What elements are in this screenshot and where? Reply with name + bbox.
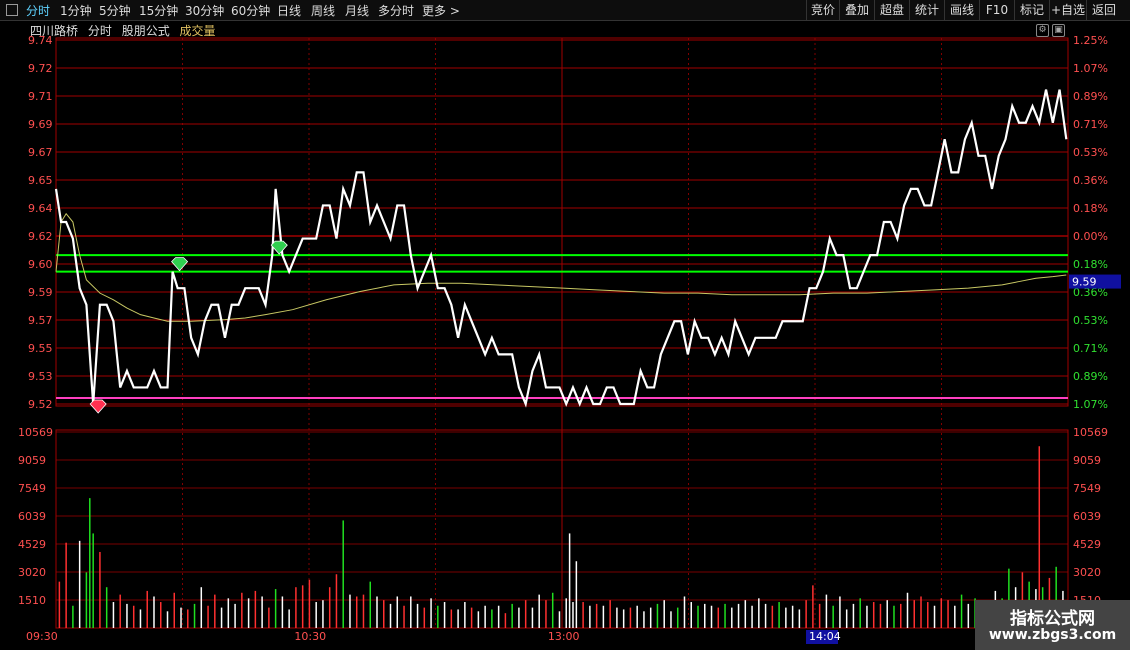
price-tick-label: 9.64 <box>28 202 53 215</box>
pct-tick-label: 1.25% <box>1073 34 1108 47</box>
price-tick-label: 9.71 <box>28 90 53 103</box>
watermark-text-cn: 指标公式网 <box>1010 609 1095 629</box>
pct-tick-label: 0.89% <box>1073 370 1108 383</box>
current-price-label: 9.59 <box>1072 276 1097 289</box>
price-tick-label: 9.69 <box>28 118 53 131</box>
intraday-chart[interactable]: 9.74 1.25% 9.72 1.07% 9.71 0.89% 9.69 0.71% 9.67… <box>0 0 1130 650</box>
watermark-logo: 指标公式网 www.zbgs3.com <box>975 600 1130 650</box>
price-tick-label: 9.62 <box>28 230 53 243</box>
pct-tick-label: 0.18% <box>1073 202 1108 215</box>
average-price-line <box>55 212 1067 322</box>
green-diamond-icon <box>270 240 288 255</box>
volume-tick-label: 1510 <box>18 594 46 607</box>
pct-tick-label: 0.00% <box>1073 230 1108 243</box>
volume-tick-label: 7549 <box>18 482 46 495</box>
pct-tick-label: 0.89% <box>1073 90 1108 103</box>
pct-tick-label: 1.07% <box>1073 398 1108 411</box>
time-label-1300: 13:00 <box>548 630 580 643</box>
pct-tick-label: 0.71% <box>1073 118 1108 131</box>
green-diamond-icon <box>171 257 189 272</box>
time-label-open: 09:30 <box>26 630 58 643</box>
side-panel-collapsed[interactable] <box>1118 22 1130 622</box>
price-tick-label: 9.53 <box>28 370 53 383</box>
price-tick-label: 9.65 <box>28 174 53 187</box>
volume-tick-label-right: 6039 <box>1073 510 1101 523</box>
volume-tick-label: 4529 <box>18 538 46 551</box>
price-tick-label: 9.67 <box>28 146 53 159</box>
pct-tick-label: 0.36% <box>1073 174 1108 187</box>
volume-tick-label: 3020 <box>18 566 46 579</box>
red-diamond-icon <box>89 399 107 414</box>
crosshair-time-label: 14:04 <box>809 630 841 643</box>
pct-tick-label: 1.07% <box>1073 62 1108 75</box>
volume-tick-label: 10569 <box>18 426 53 439</box>
volume-tick-label-right: 7549 <box>1073 482 1101 495</box>
price-tick-label: 9.52 <box>28 398 53 411</box>
price-tick-label: 9.74 <box>28 34 53 47</box>
time-label-1030: 10:30 <box>294 630 326 643</box>
volume-tick-label-right: 4529 <box>1073 538 1101 551</box>
pct-tick-label: 0.53% <box>1073 146 1108 159</box>
price-tick-label: 9.60 <box>28 258 53 271</box>
volume-tick-label-right: 9059 <box>1073 454 1101 467</box>
volume-tick-label-right: 3020 <box>1073 566 1101 579</box>
volume-tick-label-right: 10569 <box>1073 426 1108 439</box>
price-tick-label: 9.57 <box>28 314 53 327</box>
watermark-text-url: www.zbgs3.com <box>988 627 1117 643</box>
volume-tick-label: 6039 <box>18 510 46 523</box>
volume-tick-label: 9059 <box>18 454 46 467</box>
price-tick-label: 9.55 <box>28 342 53 355</box>
price-line <box>54 89 1068 408</box>
price-tick-label: 9.59 <box>28 286 53 299</box>
price-tick-label: 9.72 <box>28 62 53 75</box>
pct-tick-label: 0.18% <box>1073 258 1108 271</box>
pct-tick-label: 0.71% <box>1073 342 1108 355</box>
pct-tick-label: 0.53% <box>1073 314 1108 327</box>
